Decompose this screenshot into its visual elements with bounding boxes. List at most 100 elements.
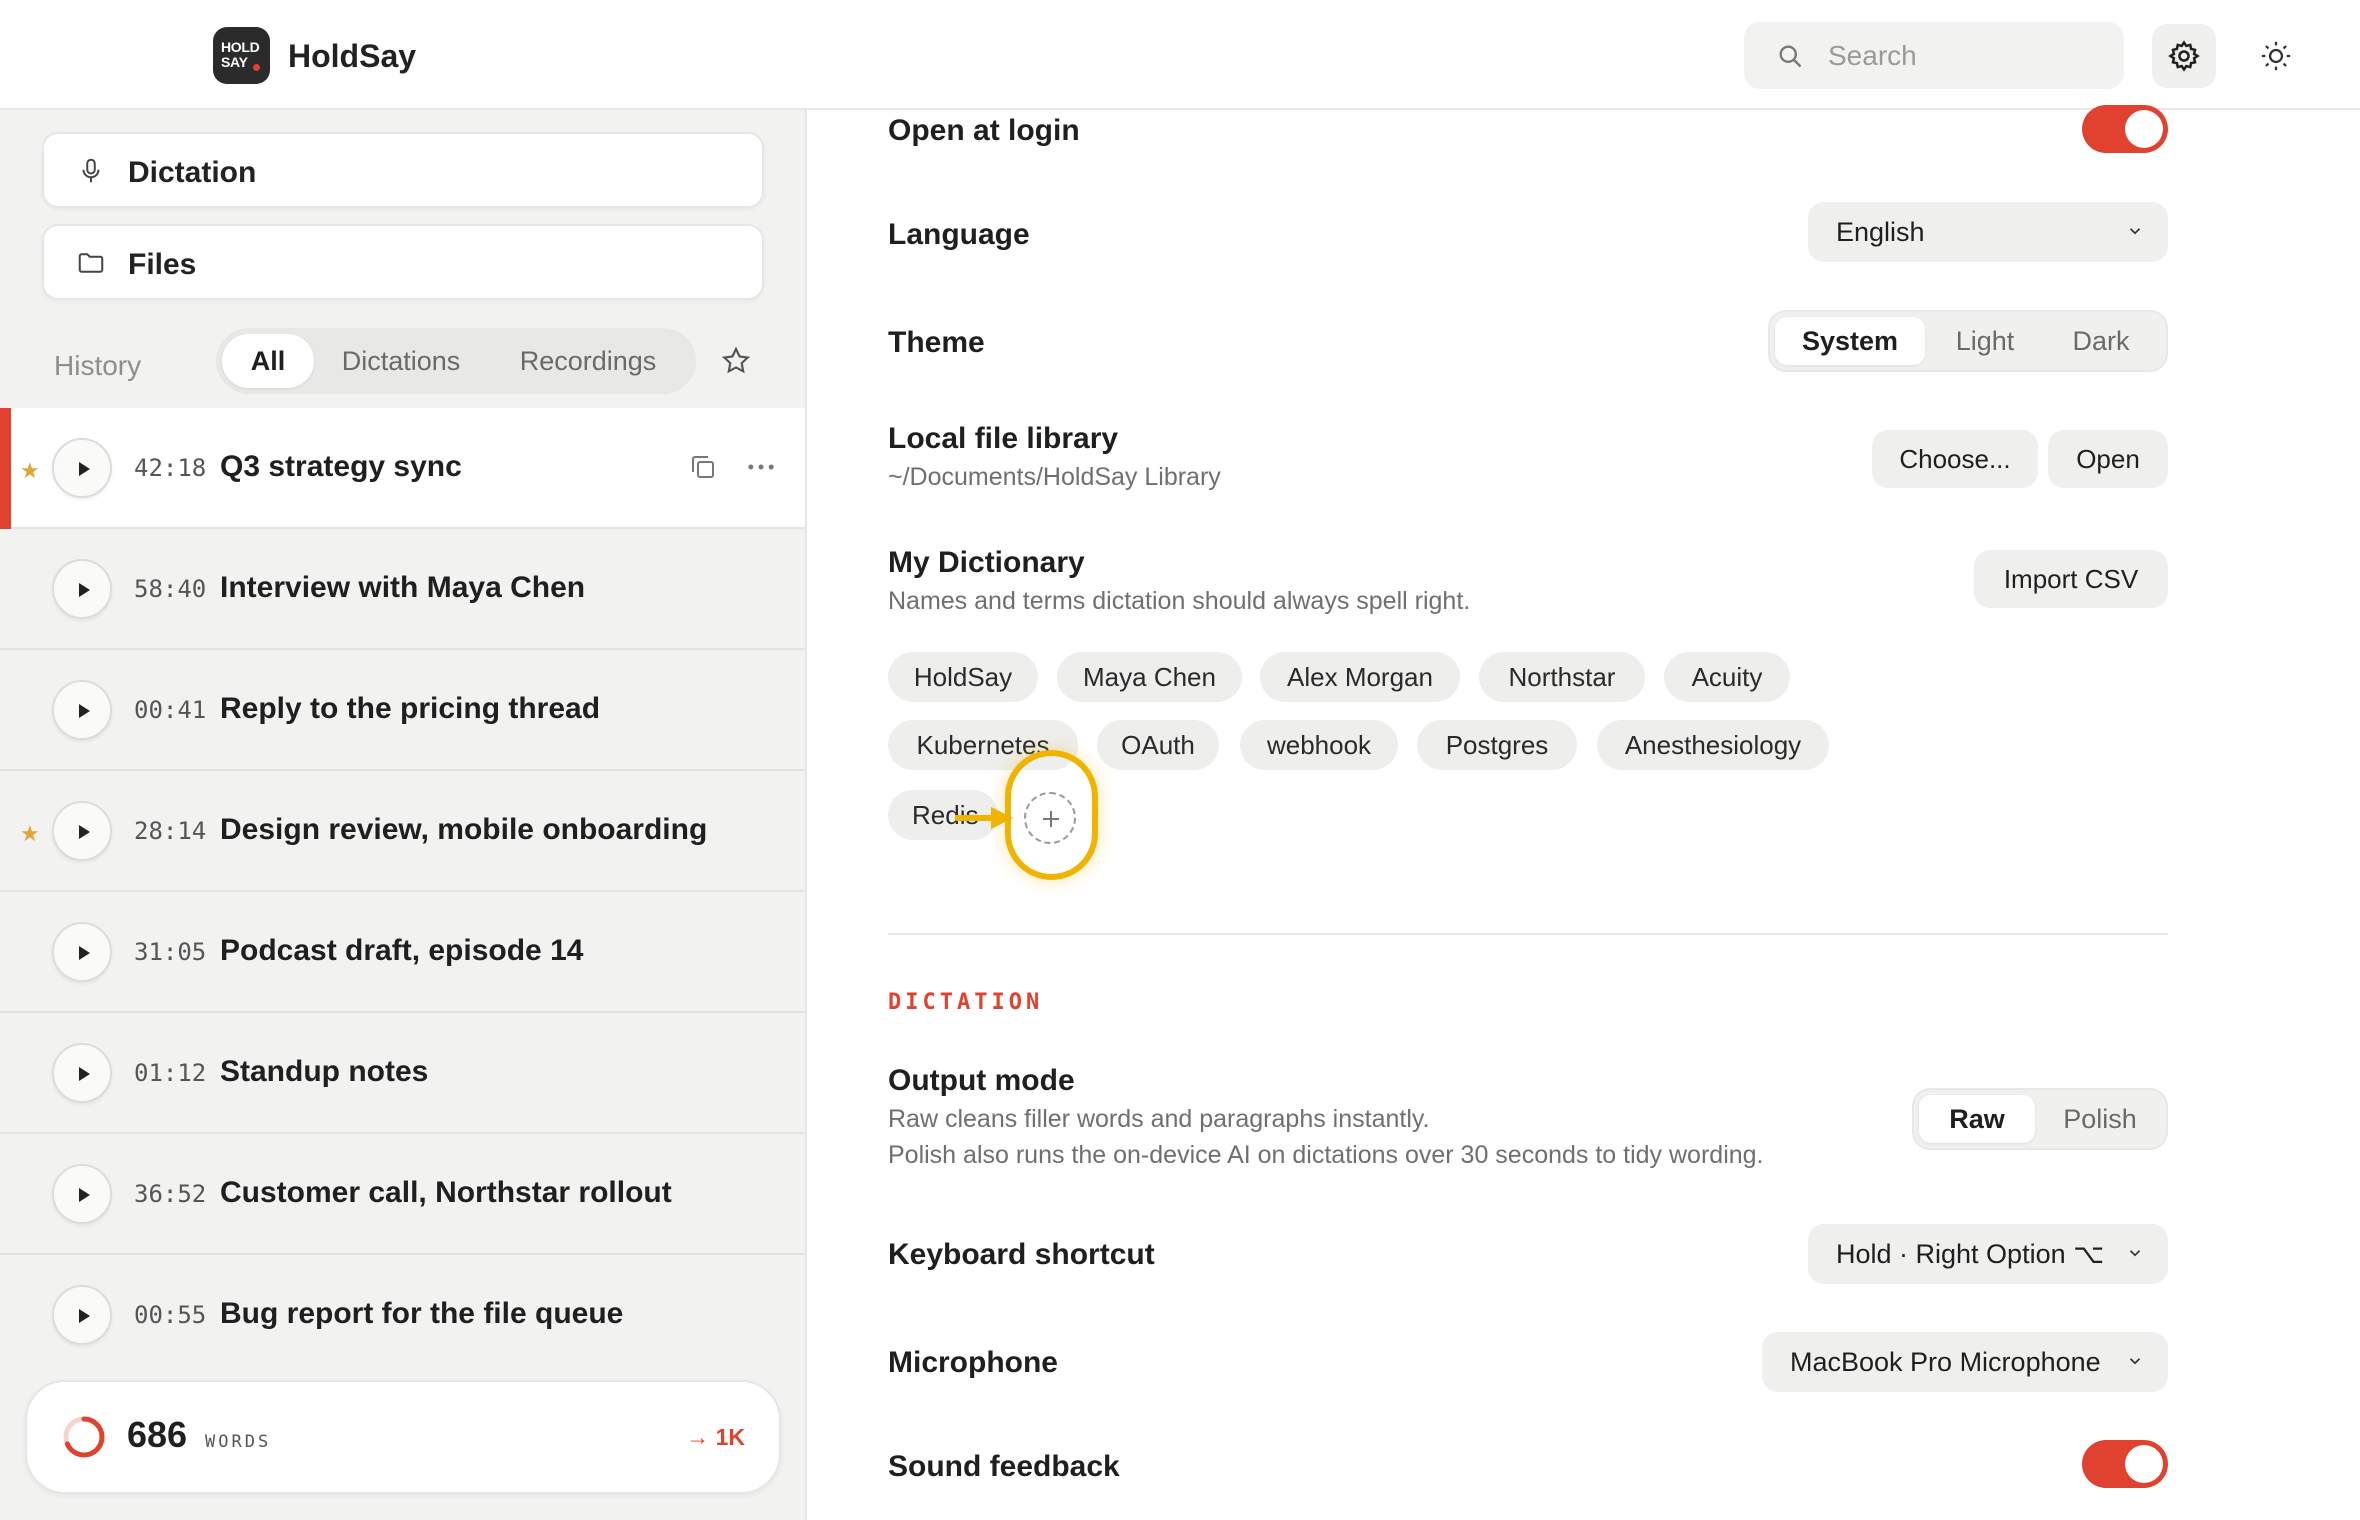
sound-feedback-toggle[interactable] <box>2082 1440 2168 1488</box>
row-duration: 00:55 <box>134 1301 207 1329</box>
section-divider <box>888 933 2168 935</box>
section-heading-dictation: DICTATION <box>888 990 1044 1015</box>
row-title: Standup notes <box>220 1055 429 1088</box>
settings-button[interactable] <box>2152 24 2216 88</box>
language-label: Language <box>888 218 1030 251</box>
microphone-value: MacBook Pro Microphone <box>1790 1347 2101 1377</box>
play-button[interactable] <box>52 680 112 740</box>
history-row[interactable]: 36:52 Customer call, Northstar rollout <box>0 1134 805 1255</box>
app-title: HoldSay <box>288 38 417 74</box>
history-row[interactable]: ★ 42:18 Q3 strategy sync <box>0 408 805 529</box>
dictionary-term[interactable]: Anesthesiology <box>1597 720 1829 770</box>
row-title: Bug report for the file queue <box>220 1297 624 1330</box>
output-mode-label: Output mode <box>888 1064 1075 1097</box>
row-title: Q3 strategy sync <box>220 450 462 483</box>
filter-dictations[interactable]: Dictations <box>326 334 476 388</box>
row-title: Podcast draft, episode 14 <box>220 934 584 967</box>
microphone-select[interactable]: MacBook Pro Microphone <box>1762 1332 2168 1392</box>
history-row[interactable]: 00:41 Reply to the pricing thread <box>0 650 805 771</box>
nav-files[interactable]: Files <box>42 224 764 300</box>
word-count: 686 <box>127 1414 188 1455</box>
row-duration: 36:52 <box>134 1180 207 1208</box>
microphone-label: Microphone <box>888 1346 1058 1379</box>
play-button[interactable] <box>52 1285 112 1345</box>
play-button[interactable] <box>52 559 112 619</box>
theme-label: Theme <box>888 326 985 359</box>
output-mode-polish[interactable]: Polish <box>2042 1095 2158 1143</box>
filter-recordings[interactable]: Recordings <box>488 334 688 388</box>
history-label: History <box>54 350 142 381</box>
nav-dictation[interactable]: Dictation <box>42 132 764 208</box>
open-at-login-label: Open at login <box>888 114 1080 147</box>
play-button[interactable] <box>52 922 112 982</box>
dictionary-label: My Dictionary <box>888 546 1085 579</box>
theme-system[interactable]: System <box>1775 317 1925 365</box>
history-row[interactable]: ★ 28:14 Design review, mobile onboarding <box>0 771 805 892</box>
history-row[interactable]: 58:40 Interview with Maya Chen <box>0 529 805 650</box>
chevron-down-icon <box>2129 228 2141 235</box>
star-filter-icon[interactable] <box>720 345 752 377</box>
history-row[interactable]: 01:12 Standup notes <box>0 1013 805 1134</box>
dictionary-term[interactable]: OAuth <box>1097 720 1219 770</box>
history-filter: All Dictations Recordings <box>216 328 696 394</box>
play-button[interactable] <box>52 438 112 498</box>
output-mode-description-2: Polish also runs the on-device AI on dic… <box>888 1141 1764 1169</box>
dictionary-term[interactable]: Maya Chen <box>1057 652 1242 702</box>
play-button[interactable] <box>52 1164 112 1224</box>
copy-icon[interactable] <box>688 452 718 482</box>
row-duration: 42:18 <box>134 454 207 482</box>
star-icon: ★ <box>20 821 40 846</box>
choose-library-button[interactable]: Choose... <box>1872 430 2038 488</box>
dictionary-term[interactable]: Acuity <box>1664 652 1790 702</box>
word-goal: → 1K <box>686 1424 745 1450</box>
word-count-card: 686 WORDS → 1K <box>25 1380 781 1494</box>
folder-icon <box>78 253 104 273</box>
row-duration: 01:12 <box>134 1059 207 1087</box>
app-header: HOLD SAY HoldSay <box>0 0 2360 110</box>
dictionary-description: Names and terms dictation should always … <box>888 587 1471 615</box>
dictionary-term[interactable]: HoldSay <box>888 652 1038 702</box>
filter-all[interactable]: All <box>222 334 314 388</box>
history-row[interactable]: 00:55 Bug report for the file queue <box>0 1255 805 1376</box>
shortcut-value: Hold · Right Option ⌥ <box>1836 1239 2105 1269</box>
output-mode-selector: Raw Polish <box>1912 1088 2168 1150</box>
library-path: ~/Documents/HoldSay Library <box>888 463 1221 491</box>
row-title: Reply to the pricing thread <box>220 692 601 725</box>
chevron-down-icon <box>2129 1358 2141 1365</box>
logo-dot <box>253 64 260 71</box>
gear-icon <box>2168 40 2200 72</box>
history-row[interactable]: 31:05 Podcast draft, episode 14 <box>0 892 805 1013</box>
language-value: English <box>1836 217 1925 247</box>
open-at-login-toggle[interactable] <box>2082 105 2168 153</box>
row-title: Design review, mobile onboarding <box>220 813 708 846</box>
theme-dark[interactable]: Dark <box>2046 317 2156 365</box>
open-library-button[interactable]: Open <box>2048 430 2168 488</box>
theme-toggle-button[interactable] <box>2244 24 2308 88</box>
more-icon[interactable] <box>744 452 778 482</box>
sun-icon <box>2261 41 2291 71</box>
play-button[interactable] <box>52 801 112 861</box>
import-csv-button[interactable]: Import CSV <box>1974 550 2168 608</box>
add-term-button[interactable] <box>1024 792 1076 844</box>
shortcut-select[interactable]: Hold · Right Option ⌥ <box>1808 1224 2168 1284</box>
theme-selector: System Light Dark <box>1768 310 2168 372</box>
dictionary-term[interactable]: webhook <box>1240 720 1398 770</box>
nav-files-label: Files <box>128 248 197 281</box>
search-input[interactable] <box>1828 22 2108 89</box>
dictionary-term[interactable]: Postgres <box>1417 720 1577 770</box>
chevron-down-icon <box>2129 1250 2141 1257</box>
row-duration: 31:05 <box>134 938 207 966</box>
language-select[interactable]: English <box>1808 202 2168 262</box>
row-duration: 28:14 <box>134 817 207 845</box>
star-icon: ★ <box>20 458 40 483</box>
library-label: Local file library <box>888 422 1119 455</box>
dictionary-term[interactable]: Northstar <box>1479 652 1645 702</box>
sound-feedback-label: Sound feedback <box>888 1450 1120 1483</box>
output-mode-raw[interactable]: Raw <box>1919 1095 2035 1143</box>
dictionary-term[interactable]: Alex Morgan <box>1260 652 1460 702</box>
row-title: Customer call, Northstar rollout <box>220 1176 672 1209</box>
theme-light[interactable]: Light <box>1930 317 2040 365</box>
search-box[interactable] <box>1744 22 2124 89</box>
word-unit: WORDS <box>205 1432 272 1452</box>
play-button[interactable] <box>52 1043 112 1103</box>
